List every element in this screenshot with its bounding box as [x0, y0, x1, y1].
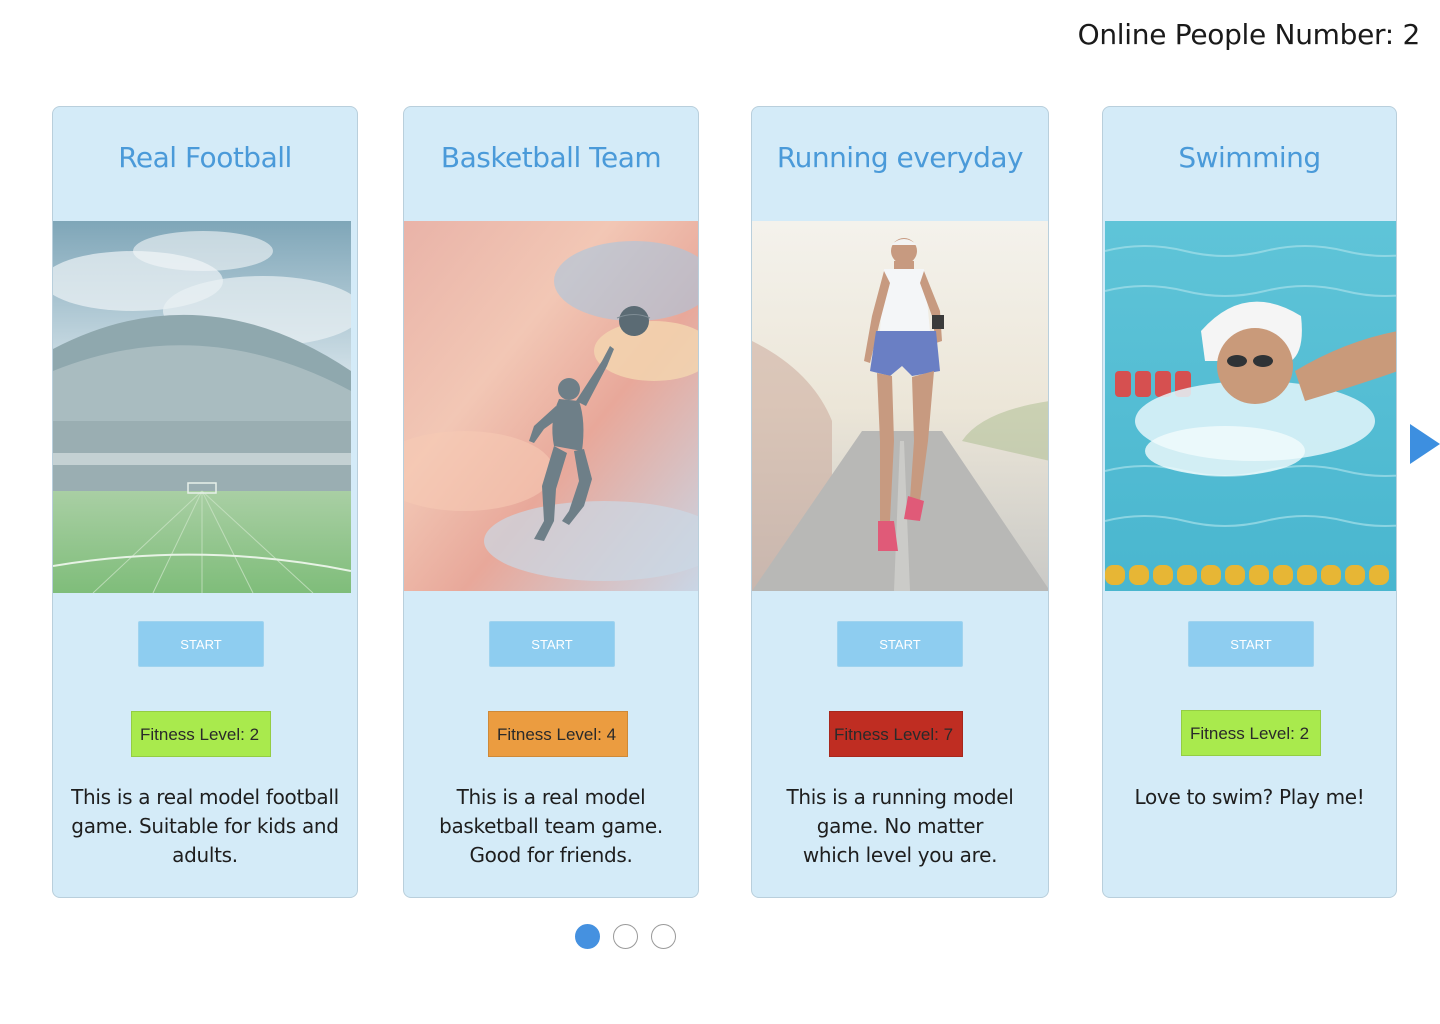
card-swimming: Swimming START Fitness Level: 2 Love to …: [1102, 106, 1397, 898]
pagination-dot-3[interactable]: [651, 924, 676, 949]
card-real-football: Real Football START Fitness Level: 2 Thi…: [52, 106, 358, 898]
card-title: Swimming: [1178, 141, 1321, 174]
fitness-level-label: Fitness Level: 2: [140, 725, 260, 744]
swimmer-image: [1105, 221, 1396, 591]
start-button[interactable]: START: [489, 621, 615, 667]
fitness-level-badge: Fitness Level: 2: [1181, 710, 1321, 756]
pagination-dot-2[interactable]: [613, 924, 638, 949]
card-running-everyday: Running everyday START Fitness Level: 7 …: [751, 106, 1049, 898]
fitness-level-badge: Fitness Level: 2: [131, 711, 271, 757]
start-button[interactable]: START: [837, 621, 963, 667]
carousel-pagination: [575, 924, 676, 949]
card-title: Running everyday: [776, 141, 1024, 174]
card-description: This is a running model game. No matter …: [786, 785, 1014, 867]
card-description: Love to swim? Play me!: [1134, 785, 1365, 809]
start-button[interactable]: START: [138, 621, 264, 667]
card-description: This is a real model basketball team gam…: [439, 785, 663, 867]
fitness-level-label: Fitness Level: 7: [834, 725, 954, 744]
fitness-level-label: Fitness Level: 4: [497, 725, 617, 744]
fitness-level-label: Fitness Level: 2: [1190, 724, 1310, 743]
basketball-player-image: [404, 221, 698, 591]
card-title: Basketball Team: [440, 141, 662, 174]
card-description: This is a real model football game. Suit…: [71, 785, 339, 867]
card-basketball-team: Basketball Team START Fitness Level: 4 T…: [403, 106, 699, 898]
pagination-dot-1[interactable]: [575, 924, 600, 949]
start-button[interactable]: START: [1188, 621, 1314, 667]
card-title: Real Football: [118, 141, 292, 174]
play-triangle-icon[interactable]: [1410, 424, 1440, 464]
online-people-count: Online People Number: 2: [1077, 18, 1421, 51]
fitness-level-badge: Fitness Level: 4: [488, 711, 628, 757]
page: Online People Number: 2 Real Football ST…: [0, 0, 1440, 1024]
stadium-image: [53, 221, 351, 593]
fitness-level-badge: Fitness Level: 7: [829, 711, 963, 757]
runner-image: [752, 221, 1048, 591]
